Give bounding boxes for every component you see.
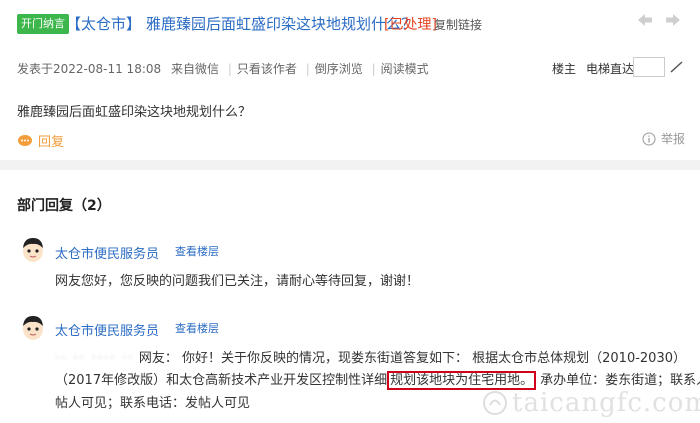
section-title: 部门回复（2） — [17, 198, 111, 214]
post-meta: 发表于2022-08-11 18:08 来自微信 | 只看该作者 | 倒序浏览 | 阅… — [17, 62, 429, 76]
watermark-logo-icon — [483, 391, 507, 415]
blurred-username: ·· ·· ···· ·· — [55, 351, 135, 366]
reply-button[interactable]: 回复 — [38, 131, 64, 150]
section-divider — [0, 160, 700, 170]
reply-text-2-line3: 帖人可见；联系电话：发帖人可见 — [55, 396, 251, 411]
avatar — [23, 238, 43, 262]
report-button[interactable]: 举报 — [661, 130, 685, 147]
tag-badge: 开门纳言 — [17, 14, 69, 34]
reply-text-2-line1: ·· ·· ···· ·· 网友： 你好！关于你反映的情况，现娄东街道答复如下：… — [55, 351, 686, 366]
watermark: taicangfc.com — [482, 388, 700, 418]
floor-owner-label: 楼主 — [552, 62, 577, 76]
copy-link-button[interactable]: 复制链接 — [434, 16, 482, 33]
thread-title: 雅鹿臻园后面虹盛印染这块地规划什么？ — [146, 15, 417, 33]
view-floor-link-2[interactable]: 查看楼层 — [175, 320, 219, 336]
post-body: 雅鹿臻园后面虹盛印染这块地规划什么？ — [17, 105, 252, 120]
view-floor-link-1[interactable]: 查看楼层 — [175, 243, 219, 259]
reverse-browse-link[interactable]: 倒序浏览 — [315, 62, 363, 76]
elevator-label: 电梯直达 — [586, 62, 635, 76]
info-icon — [642, 132, 656, 145]
reply-action[interactable]: 回复 — [17, 131, 64, 150]
reading-mode-link[interactable]: 阅读模式 — [381, 62, 429, 76]
avatar — [23, 316, 43, 340]
posted-time: 发表于2022-08-11 18:08 — [17, 62, 162, 76]
reply-author-1: 太仓市便民服务员 — [55, 247, 160, 262]
post-source: 来自微信 — [170, 62, 219, 76]
region-link[interactable]: 【太仓市】 — [66, 13, 141, 34]
arrow-left-icon[interactable] — [636, 12, 654, 28]
reply-text-1: 网友您好，您反映的问题我们已关注，请耐心等待回复，谢谢！ — [55, 274, 420, 289]
reply-text-2-line2: （2017年修改版）和太仓高新技术产业开发区控制性详细 规划该地块为住宅用地。 承办… — [55, 371, 700, 390]
elevator-input[interactable] — [633, 57, 665, 77]
go-arrow-icon[interactable] — [670, 61, 684, 73]
arrow-right-icon[interactable] — [664, 12, 682, 28]
report-action[interactable]: 举报 — [642, 130, 685, 147]
reply-author-2: 太仓市便民服务员 — [55, 324, 160, 339]
only-author-link[interactable]: 只看该作者 — [237, 62, 297, 76]
reply-icon — [18, 134, 32, 146]
status-badge: [已处理] — [384, 17, 437, 33]
